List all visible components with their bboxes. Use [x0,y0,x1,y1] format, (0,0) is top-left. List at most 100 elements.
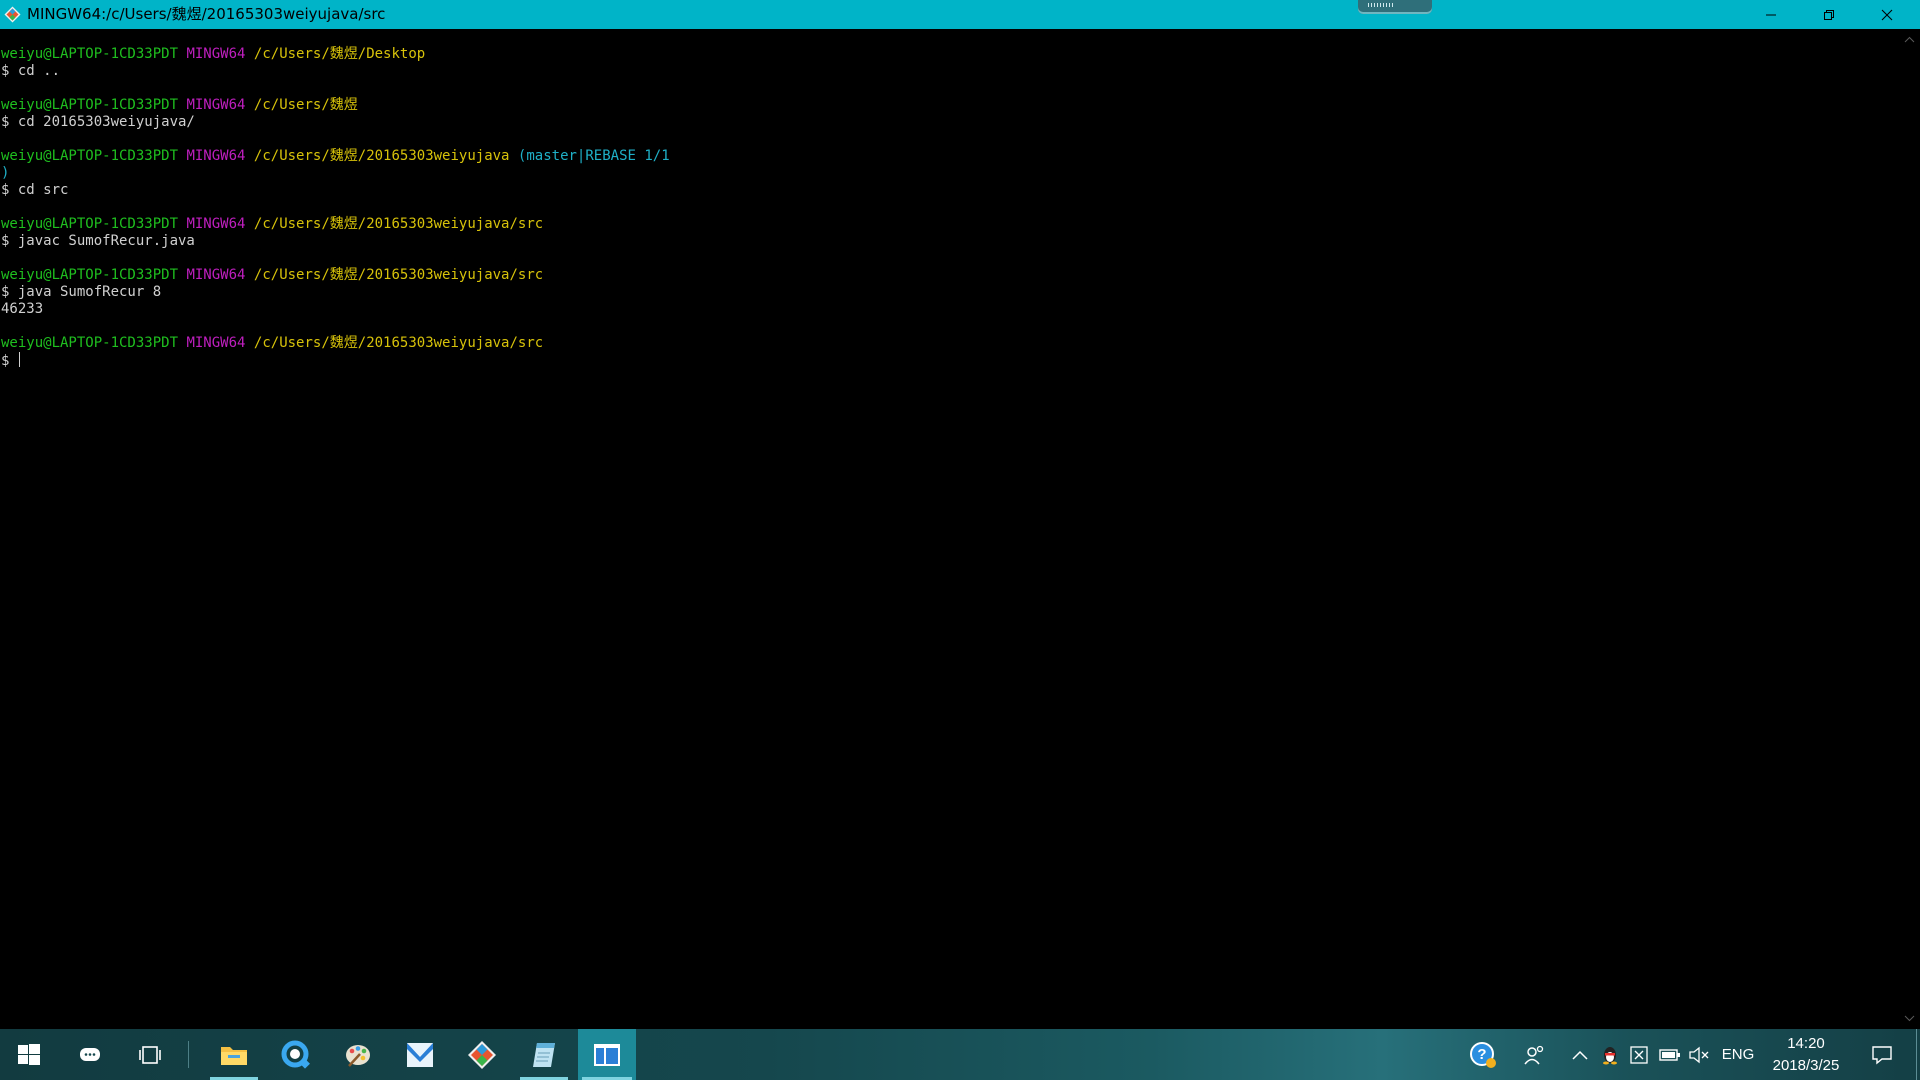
git-bash-icon[interactable] [4,6,21,23]
paint-palette-icon [346,1044,370,1067]
battery-charging-icon [1659,1048,1680,1061]
text-cursor [18,352,20,367]
cortana-button[interactable] [62,1029,118,1080]
prompt-host: MINGW64 [186,97,246,113]
taskbar-app-git-gui[interactable] [454,1029,510,1080]
start-button[interactable] [0,1029,58,1080]
command-line: $ cd .. [1,63,670,80]
taskbar-divider [188,1041,189,1068]
taskbar: ? ENG 14:20 2018/3/25 [0,1029,1920,1080]
clock-date: 2018/3/25 [1772,1057,1840,1074]
qq-tray-button[interactable] [1598,1029,1622,1080]
help-question-icon: ? [1470,1041,1496,1068]
show-desktop-divider [1915,1029,1917,1080]
prompt-path: /c/Users/魏煜/20165303weiyujava [253,148,510,164]
title-bar[interactable]: MINGW64:/c/Users/魏煜/20165303weiyujava/sr… [0,0,1920,29]
desktop-screen: MINGW64:/c/Users/魏煜/20165303weiyujava/sr… [0,0,1920,1080]
task-view-button[interactable] [122,1029,178,1080]
taskbar-app-mail[interactable] [392,1029,448,1080]
prompt-path: /c/Users/魏煜/20165303weiyujava/src [253,267,544,283]
close-button[interactable] [1858,0,1916,29]
taskbar-app-git-bash[interactable] [578,1029,636,1080]
prompt-user: weiyu@LAPTOP-1CD33PDT [1,267,179,283]
show-desktop-button[interactable] [1912,1029,1920,1080]
clock-time: 14:20 [1787,1035,1825,1052]
close-icon [1881,9,1893,20]
prompt-path: /c/Users/魏煜/Desktop [253,46,426,62]
minimize-button[interactable] [1742,0,1800,29]
prompt-branch: (master|REBASE 1/1 [517,148,670,164]
taskbar-app-file-explorer[interactable] [206,1029,262,1080]
input-line[interactable]: $ [1,352,670,369]
chevron-up-icon [1904,36,1915,43]
help-tray-button[interactable]: ? [1466,1029,1500,1080]
prompt-line: weiyu@LAPTOP-1CD33PDT MINGW64 /c/Users/魏… [1,335,670,352]
prompt-user: weiyu@LAPTOP-1CD33PDT [1,216,179,232]
window-title: MINGW64:/c/Users/魏煜/20165303weiyujava/sr… [27,5,386,23]
taskbar-app-paint[interactable] [330,1029,386,1080]
prompt-host: MINGW64 [186,335,246,351]
prompt-user: weiyu@LAPTOP-1CD33PDT [1,97,179,113]
chevron-down-icon [1904,1015,1915,1022]
prompt-path: /c/Users/魏煜/20165303weiyujava/src [253,335,544,351]
language-label: ENG [1721,1046,1755,1063]
prompt-line: weiyu@LAPTOP-1CD33PDT MINGW64 /c/Users/魏… [1,46,670,63]
folder-icon [221,1046,247,1065]
command-text: $ cd 20165303weiyujava/ [1,114,195,130]
prompt-user: weiyu@LAPTOP-1CD33PDT [1,46,179,62]
input-method-tray-button[interactable] [1626,1029,1652,1080]
terminal-output: weiyu@LAPTOP-1CD33PDT MINGW64 /c/Users/魏… [1,46,670,369]
battery-tray-button[interactable] [1656,1029,1684,1080]
prompt-host: MINGW64 [186,148,246,164]
prompt-line: weiyu@LAPTOP-1CD33PDT MINGW64 /c/Users/魏… [1,267,670,284]
svg-text:?: ? [1477,1046,1486,1063]
input-method-icon [1630,1045,1648,1064]
prompt-line: weiyu@LAPTOP-1CD33PDT MINGW64 /c/Users/魏… [1,216,670,233]
language-indicator[interactable]: ENG [1718,1029,1758,1080]
git-diamond-icon [468,1040,496,1069]
restore-icon [1824,9,1834,20]
volume-muted-icon [1689,1046,1709,1063]
output-text: 46233 [1,301,44,317]
restore-button[interactable] [1800,0,1858,29]
chevron-up-icon [1572,1050,1588,1060]
prompt-host: MINGW64 [186,216,246,232]
clock[interactable]: 14:20 2018/3/25 [1760,1029,1852,1080]
command-text: $ cd src [1,182,69,198]
scroll-down-button[interactable] [1903,1012,1916,1025]
mail-icon [407,1042,433,1067]
command-text: $ cd .. [1,63,61,79]
output-line: 46233 [1,301,670,318]
command-line: $ cd src [1,182,670,199]
command-text: $ javac SumofRecur.java [1,233,195,249]
show-hidden-icons-button[interactable] [1568,1029,1592,1080]
task-view-icon [139,1045,161,1064]
prompt-path: /c/Users/魏煜/20165303weiyujava/src [253,216,544,232]
prompt-host: MINGW64 [186,46,246,62]
taskbar-app-browser[interactable] [268,1029,324,1080]
prompt-line: weiyu@LAPTOP-1CD33PDT MINGW64 /c/Users/魏… [1,97,670,114]
prompt-user: weiyu@LAPTOP-1CD33PDT [1,335,179,351]
window-drag-handle[interactable] [1358,0,1432,14]
input-prompt: $ [1,353,18,369]
browser-icon [281,1040,310,1069]
terminal-window-icon [594,1043,620,1066]
prompt-branch-continuation: ) [1,165,670,182]
windows-logo-icon [18,1043,40,1065]
people-icon [1524,1045,1544,1064]
taskbar-app-notepad[interactable] [516,1029,572,1080]
minimize-icon [1766,14,1776,15]
people-button[interactable] [1520,1029,1550,1080]
volume-tray-button[interactable] [1686,1029,1714,1080]
terminal-area[interactable]: weiyu@LAPTOP-1CD33PDT MINGW64 /c/Users/魏… [0,29,1899,1029]
notepad-icon [533,1042,555,1067]
notification-icon [1872,1045,1892,1064]
vertical-scrollbar[interactable] [1899,29,1920,1029]
command-line: $ javac SumofRecur.java [1,233,670,250]
action-center-button[interactable] [1862,1029,1902,1080]
scroll-up-button[interactable] [1903,33,1916,46]
command-line: $ cd 20165303weiyujava/ [1,114,670,131]
